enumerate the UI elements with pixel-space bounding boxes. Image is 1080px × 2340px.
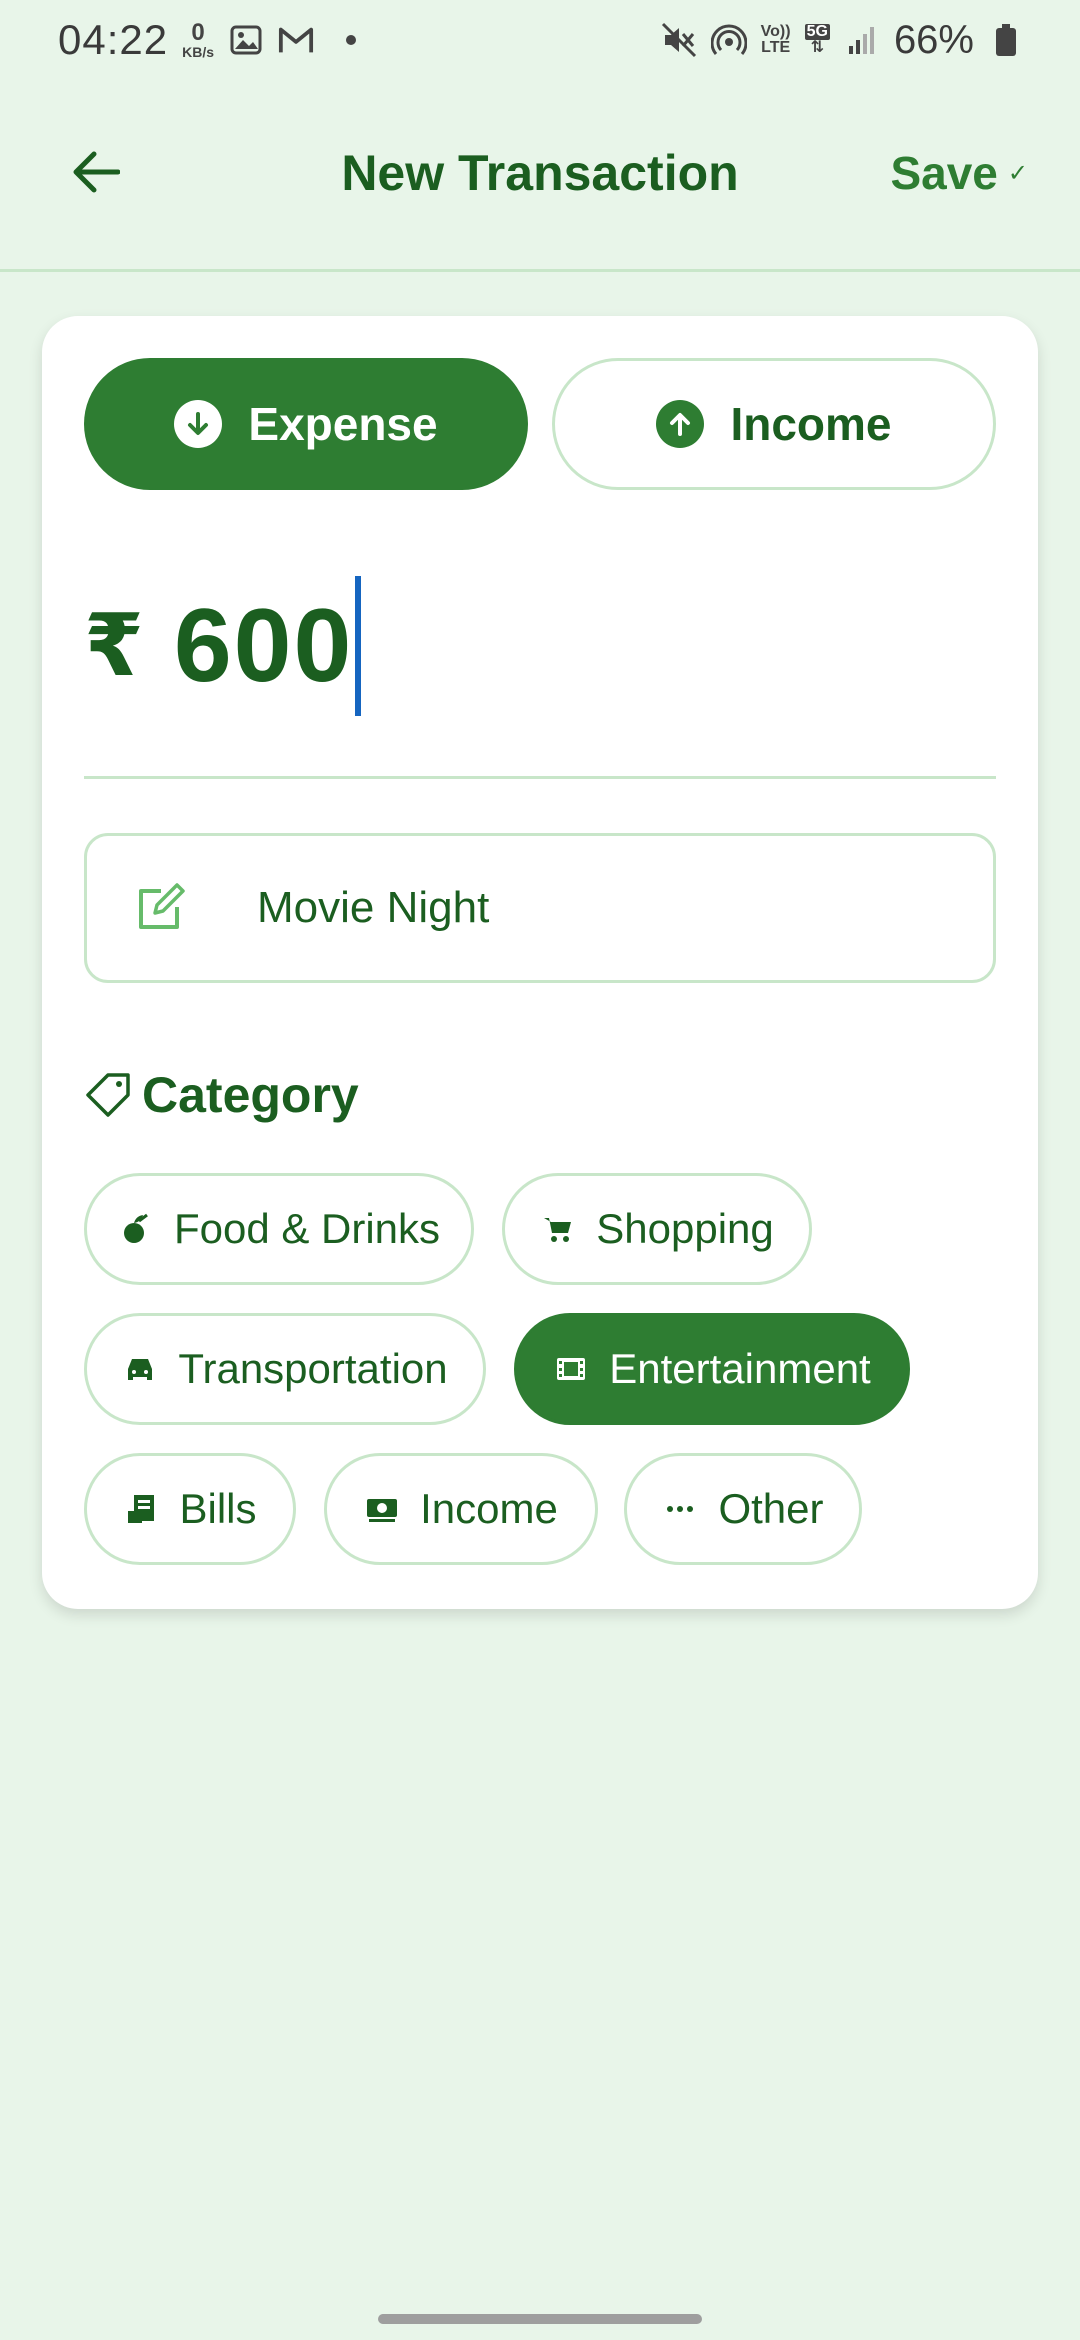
status-bar: 04:22 0 KB/s Vo)) LTE 5G ⇅ 66% — [0, 0, 1080, 80]
hotspot-icon — [710, 22, 747, 58]
food-icon — [118, 1211, 154, 1247]
gmail-icon — [278, 22, 314, 58]
category-chip-entertainment[interactable]: Entertainment — [514, 1313, 910, 1425]
category-title: Category — [142, 1067, 359, 1123]
data-arrows-icon: ⇅ — [810, 39, 824, 56]
category-chip-income[interactable]: Income — [324, 1453, 598, 1565]
battery-icon — [988, 22, 1024, 58]
film-icon — [553, 1351, 589, 1387]
category-chip-transportation[interactable]: Transportation — [84, 1313, 486, 1425]
transaction-type-toggle: Expense Income — [84, 358, 996, 490]
gallery-icon — [228, 22, 264, 58]
tag-icon — [84, 1071, 132, 1119]
chip-label: Transportation — [178, 1345, 448, 1392]
status-bar-left: 04:22 0 KB/s — [58, 16, 357, 64]
mute-icon — [661, 22, 697, 58]
chip-label: Income — [420, 1485, 558, 1532]
network-gen-indicator: 5G ⇅ — [804, 23, 830, 56]
income-button[interactable]: Income — [552, 358, 996, 490]
arrow-down-circle-icon — [174, 400, 223, 448]
note-value: Movie Night — [257, 883, 490, 932]
note-field[interactable]: Movie Night — [84, 833, 996, 983]
amount-input[interactable]: ₹ 600 — [84, 566, 362, 726]
text-cursor — [355, 576, 362, 716]
expense-label: Expense — [248, 398, 438, 450]
income-label: Income — [730, 398, 892, 450]
cart-icon — [540, 1211, 576, 1247]
save-button[interactable]: Save ✓ — [890, 146, 1028, 200]
category-chip-food-drinks[interactable]: Food & Drinks — [84, 1173, 474, 1285]
category-header: Category — [84, 1066, 359, 1124]
notification-dot-icon — [346, 35, 357, 45]
volte-indicator: Vo)) LTE — [761, 24, 791, 56]
volte-top: Vo)) — [760, 23, 791, 40]
chip-label: Entertainment — [609, 1345, 871, 1392]
edit-note-icon — [133, 881, 187, 935]
receipt-icon — [123, 1491, 159, 1527]
category-chip-other[interactable]: Other — [624, 1453, 862, 1565]
car-icon — [122, 1351, 158, 1387]
more-icon — [662, 1491, 698, 1527]
net-speed-value: 0 — [191, 19, 205, 46]
chip-label: Other — [718, 1485, 824, 1532]
category-chip-shopping[interactable]: Shopping — [502, 1173, 812, 1285]
transaction-card: Expense Income ₹ 600 Movie Night Categor… — [42, 316, 1038, 1609]
category-chip-bills[interactable]: Bills — [84, 1453, 296, 1565]
check-icon: ✓ — [1007, 159, 1028, 187]
battery-level: 66% — [893, 17, 974, 62]
money-icon — [364, 1491, 400, 1527]
signal-icon — [844, 22, 880, 58]
expense-button[interactable]: Expense — [84, 358, 528, 490]
arrow-up-circle-icon — [656, 400, 705, 448]
save-label: Save — [890, 147, 998, 199]
net-speed-unit: KB/s — [182, 44, 215, 60]
status-bar-right: Vo)) LTE 5G ⇅ 66% — [661, 18, 1024, 63]
network-gen: 5G — [804, 23, 830, 40]
app-bar: New Transaction Save ✓ — [0, 80, 1080, 272]
currency-symbol: ₹ — [84, 598, 144, 694]
status-time: 04:22 — [58, 16, 169, 63]
amount-divider — [84, 776, 996, 779]
home-indicator[interactable] — [378, 2314, 702, 2324]
amount-value: 600 — [173, 587, 354, 704]
net-speed: 0 KB/s — [182, 19, 215, 60]
chip-label: Bills — [179, 1485, 257, 1532]
chip-label: Shopping — [596, 1205, 774, 1252]
chip-label: Food & Drinks — [173, 1205, 441, 1252]
volte-bottom: LTE — [761, 39, 791, 56]
